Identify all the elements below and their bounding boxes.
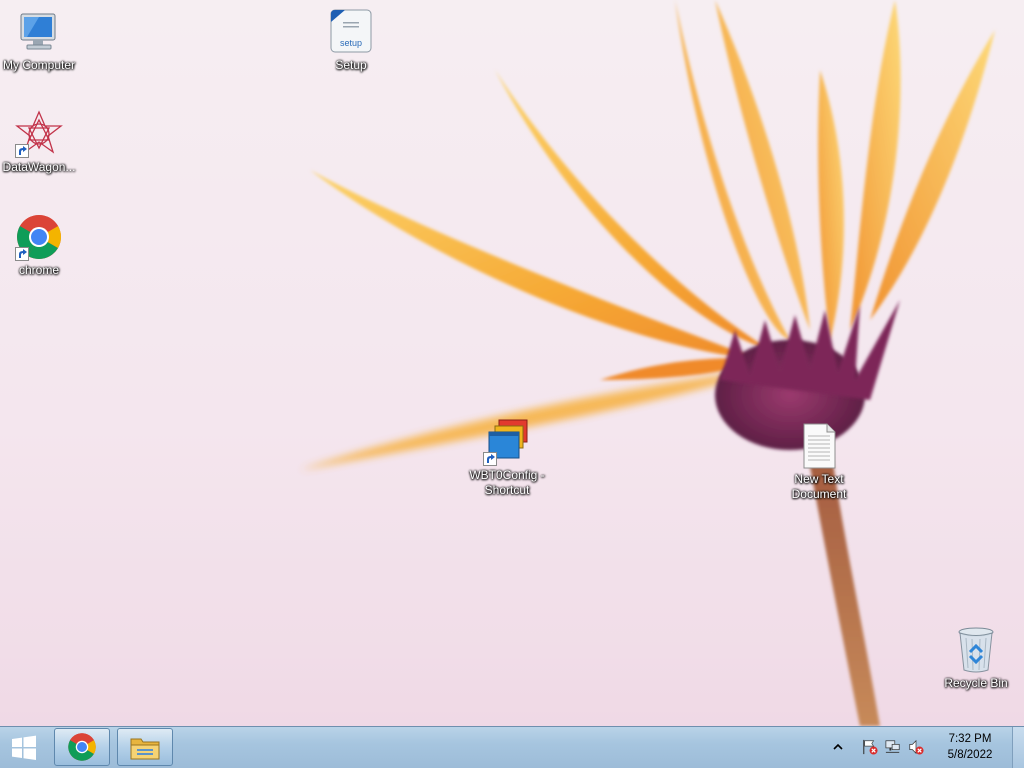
start-button[interactable] xyxy=(0,727,48,768)
computer-icon xyxy=(15,8,63,56)
desktop-icon-label: DataWagon... xyxy=(2,160,76,174)
setup-icon: setup xyxy=(327,8,375,56)
taskbar: 7:32 PM 5/8/2022 xyxy=(0,726,1024,768)
desktop-icon-datawagon[interactable]: DataWagon... xyxy=(0,110,79,175)
shortcut-arrow-icon xyxy=(15,144,29,158)
show-desktop-button[interactable] xyxy=(1012,727,1024,768)
desktop-icon-label: New Text Document xyxy=(791,472,847,501)
chrome-icon xyxy=(68,733,96,761)
clock-date: 5/8/2022 xyxy=(947,749,993,761)
shortcut-arrow-icon xyxy=(15,247,29,261)
desktop-icon-label: WBT0Config - Shortcut xyxy=(469,468,545,497)
desktop-icon-recycle-bin[interactable]: Recycle Bin xyxy=(936,626,1016,691)
file-explorer-icon xyxy=(130,738,160,760)
taskbar-clock[interactable]: 7:32 PM 5/8/2022 xyxy=(930,731,1010,763)
shortcut-arrow-icon xyxy=(483,452,497,466)
desktop-icon-my-computer[interactable]: My Computer xyxy=(0,8,79,73)
text-file-icon xyxy=(795,422,843,470)
desktop-icon-label: Setup xyxy=(335,58,367,72)
desktop-icon-label: My Computer xyxy=(2,58,76,72)
desktop-icon-chrome[interactable]: chrome xyxy=(0,213,79,278)
taskbar-file-explorer-button[interactable] xyxy=(117,728,173,766)
network-icon[interactable] xyxy=(885,739,901,755)
wbt0config-icon xyxy=(483,418,531,466)
datawagon-icon xyxy=(15,110,63,158)
clock-time: 7:32 PM xyxy=(948,733,992,745)
svg-text:setup: setup xyxy=(340,38,362,48)
windows-logo-icon xyxy=(12,735,36,760)
action-center-flag-icon[interactable] xyxy=(862,739,878,755)
desktop-icon-setup[interactable]: setup Setup xyxy=(311,8,391,73)
show-hidden-icons-arrow[interactable] xyxy=(830,739,846,755)
volume-muted-icon[interactable] xyxy=(908,739,924,755)
desktop-icon-label: Recycle Bin xyxy=(944,676,1008,690)
desktop-icon-new-text-document[interactable]: New Text Document xyxy=(779,422,859,502)
desktop-wallpaper xyxy=(300,0,995,726)
taskbar-chrome-button[interactable] xyxy=(54,728,110,766)
chrome-icon xyxy=(15,213,63,261)
desktop-icon-label: chrome xyxy=(18,263,59,277)
recycle-bin-icon xyxy=(952,626,1000,674)
desktop-icon-wbt0config-shortcut[interactable]: WBT0Config - Shortcut xyxy=(467,418,547,498)
